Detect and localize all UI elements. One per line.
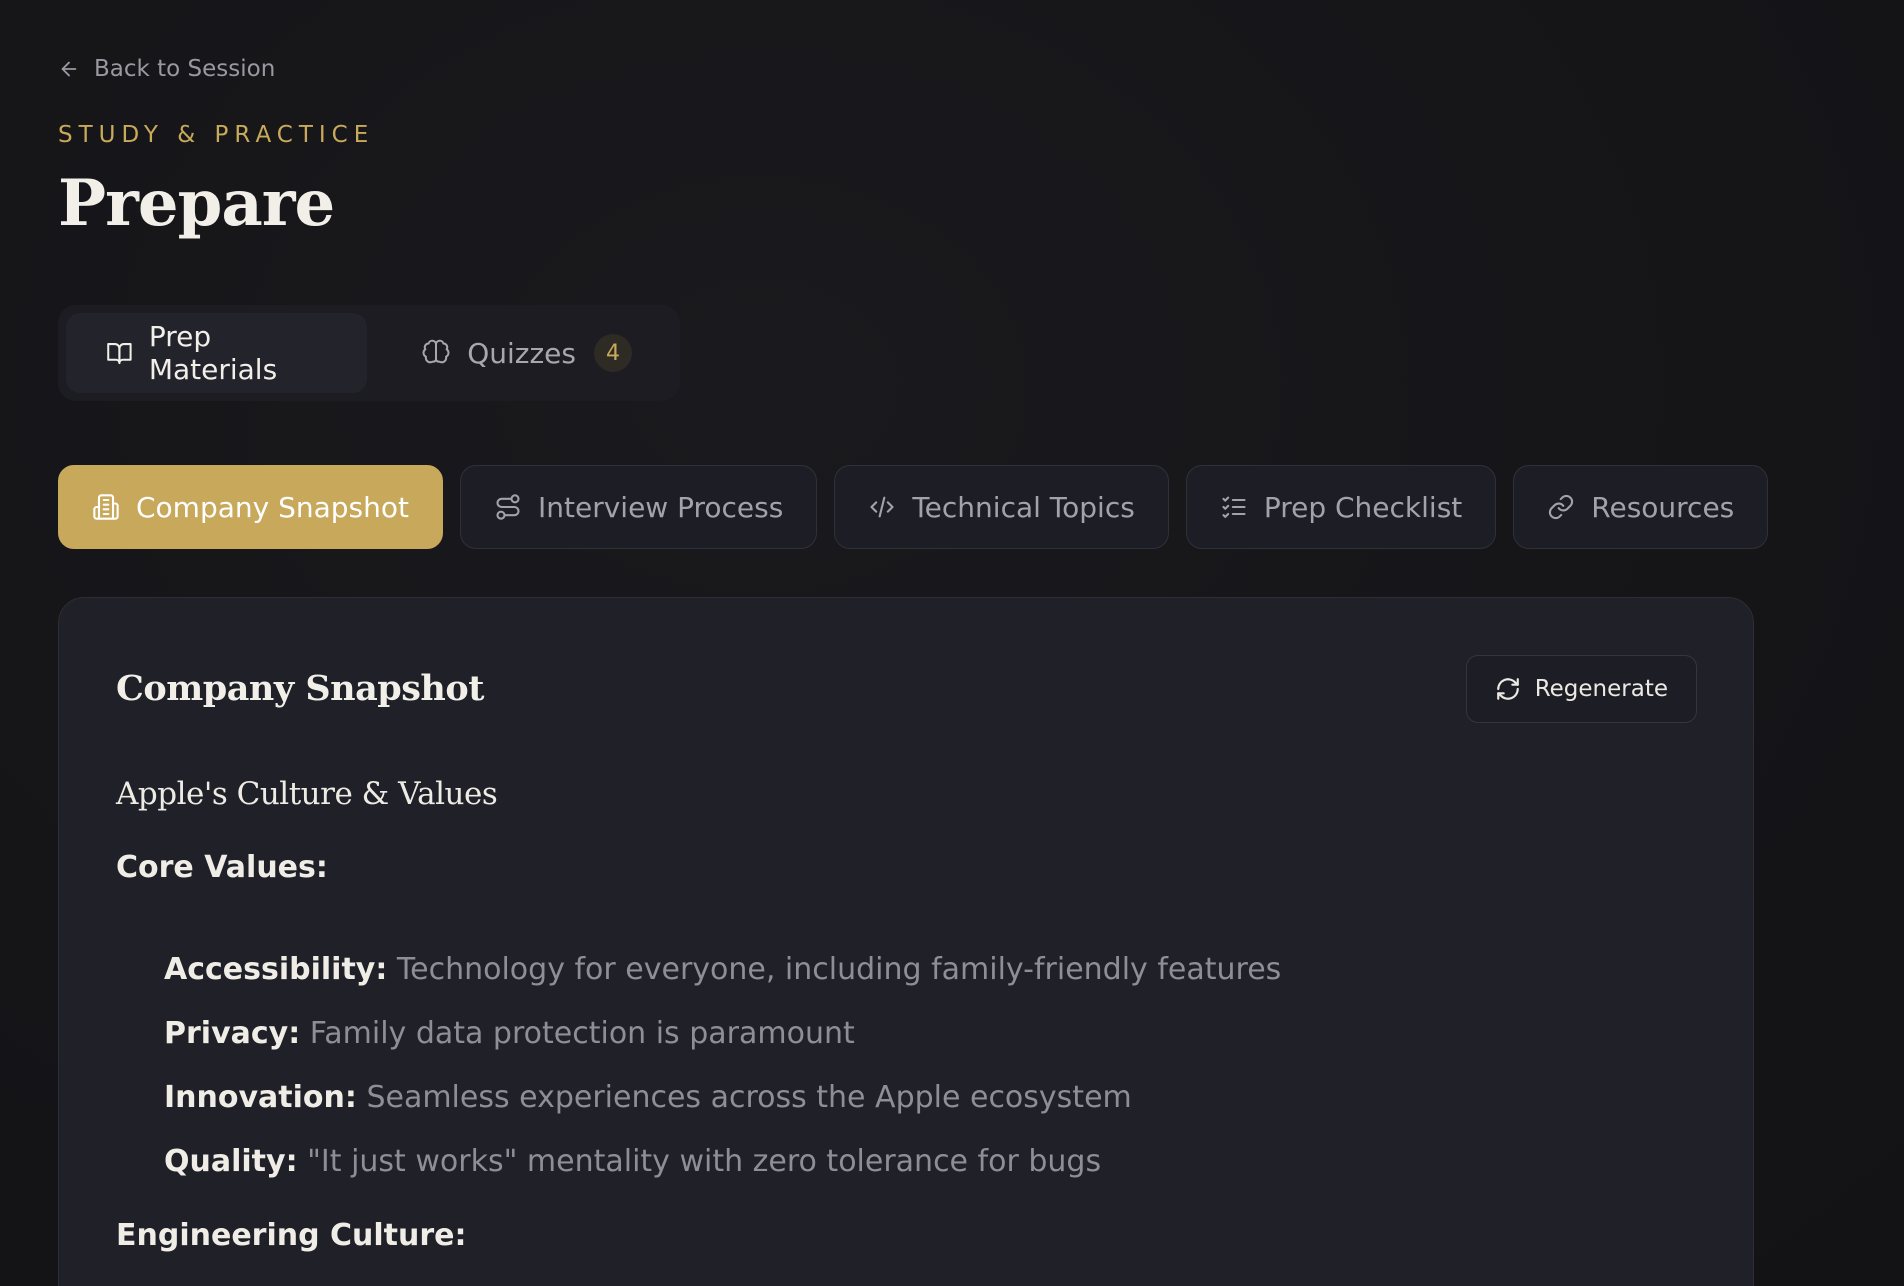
- tab-quizzes-label: Quizzes: [467, 336, 576, 370]
- route-icon: [496, 494, 520, 520]
- brain-icon: [422, 339, 450, 364]
- page-title: Prepare: [58, 166, 335, 241]
- culture-values-heading: Apple's Culture & Values: [116, 776, 498, 812]
- tab-resources-label: Resources: [1591, 490, 1735, 524]
- book-open-icon: [107, 343, 132, 365]
- tab-interview-process[interactable]: Interview Process: [460, 465, 818, 549]
- main-tab-bar: Prep Materials Quizzes 4: [58, 305, 680, 401]
- tab-company-snapshot[interactable]: Company Snapshot: [58, 465, 443, 549]
- tab-prep-materials[interactable]: Prep Materials: [66, 313, 368, 393]
- code-icon: [870, 496, 894, 518]
- tab-interview-process-label: Interview Process: [538, 490, 784, 524]
- building-icon: [93, 494, 119, 520]
- quizzes-count-badge: 4: [594, 334, 632, 372]
- prepare-page: Back to Session STUDY & PRACTICE Prepare…: [0, 0, 1904, 1286]
- tab-prep-materials-label: Prep Materials: [148, 320, 278, 386]
- company-snapshot-card: Company Snapshot Regenerate Apple's Cult…: [58, 597, 1754, 1286]
- back-link-label[interactable]: Back to Session: [94, 56, 275, 82]
- tab-prep-checklist[interactable]: Prep Checklist: [1185, 465, 1497, 549]
- link-icon: [1549, 494, 1574, 520]
- tab-quizzes[interactable]: Quizzes 4: [381, 313, 672, 393]
- regenerate-label: Regenerate: [1534, 676, 1668, 702]
- tab-technical-topics[interactable]: Technical Topics: [834, 465, 1169, 549]
- core-values-label: Core Values:: [116, 850, 328, 885]
- list-item: Accessibility: Technology for everyone, …: [164, 938, 1281, 1002]
- value-term: Privacy:: [164, 1016, 301, 1051]
- list-item: Privacy: Family data protection is param…: [164, 1002, 1281, 1066]
- section-tab-bar: Company Snapshot Interview Process Techn…: [58, 465, 1769, 549]
- engineering-culture-label: Engineering Culture:: [116, 1218, 467, 1253]
- value-description: Technology for everyone, including famil…: [396, 952, 1282, 987]
- page-eyebrow: STUDY & PRACTICE: [58, 122, 375, 148]
- tab-company-snapshot-label: Company Snapshot: [136, 490, 409, 524]
- checklist-icon: [1222, 496, 1246, 518]
- regenerate-button[interactable]: Regenerate: [1465, 655, 1697, 723]
- value-term: Quality:: [164, 1144, 298, 1179]
- tab-technical-topics-label: Technical Topics: [912, 490, 1135, 524]
- back-to-session-link[interactable]: Back to Session: [58, 56, 275, 82]
- core-values-list: Accessibility: Technology for everyone, …: [164, 938, 1281, 1194]
- arrow-left-icon: [61, 61, 77, 77]
- refresh-icon: [1496, 678, 1519, 700]
- tab-resources[interactable]: Resources: [1513, 465, 1769, 549]
- tab-prep-checklist-label: Prep Checklist: [1263, 490, 1463, 524]
- value-term: Innovation:: [164, 1080, 357, 1115]
- card-title: Company Snapshot: [116, 668, 484, 709]
- list-item: Innovation: Seamless experiences across …: [164, 1066, 1281, 1130]
- value-description: Family data protection is paramount: [309, 1016, 855, 1051]
- list-item: Quality: "It just works" mentality with …: [164, 1130, 1281, 1194]
- value-term: Accessibility:: [164, 952, 388, 987]
- value-description: "It just works" mentality with zero tole…: [307, 1144, 1102, 1179]
- value-description: Seamless experiences across the Apple ec…: [366, 1080, 1132, 1115]
